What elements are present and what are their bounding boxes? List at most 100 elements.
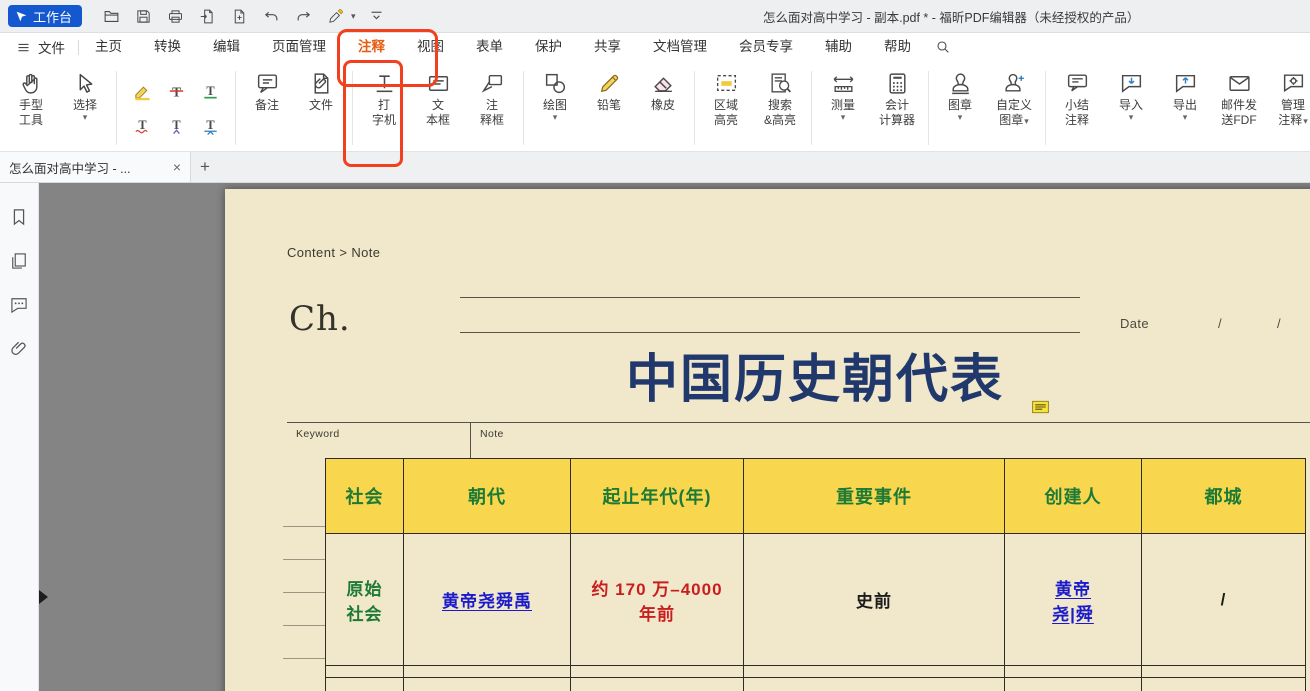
ribbon-separator <box>928 71 929 145</box>
menu-tab-form[interactable]: 表单 <box>460 33 519 61</box>
menu-tab-comment[interactable]: 注释 <box>342 33 401 61</box>
summarize-comments-tool[interactable]: 小结注释 <box>1050 63 1104 152</box>
email-fdf-tool[interactable]: 邮件发送FDF <box>1212 63 1266 152</box>
insert-text-tool[interactable]: T <box>161 110 191 141</box>
menu-tab-organize[interactable]: 页面管理 <box>256 33 342 61</box>
table-link[interactable]: 尧|舜 <box>1052 600 1094 625</box>
table-text: 社会 <box>347 600 383 625</box>
export-comments-tool[interactable]: 导出 <box>1158 63 1212 152</box>
tool-label: 导入 <box>1119 98 1143 113</box>
ribbon-separator <box>116 71 117 145</box>
keyword-label: Keyword <box>296 428 340 440</box>
menu-tab-home[interactable]: 主页 <box>79 33 138 61</box>
mail-icon <box>1227 68 1252 98</box>
menu-tab-member[interactable]: 会员专享 <box>723 33 809 61</box>
pen-dropdown-icon[interactable] <box>351 11 356 22</box>
manage-comments-tool[interactable]: 管理注释 <box>1266 63 1310 152</box>
accounting-calculator-tool[interactable]: 会计计算器 <box>870 63 924 152</box>
table-link[interactable]: 黄帝尧舜禹 <box>442 587 532 612</box>
callout-icon <box>480 68 505 98</box>
tool-label: 管理 <box>1281 98 1305 113</box>
pencil-tool[interactable]: 铅笔 <box>582 63 636 152</box>
manage-icon <box>1281 68 1306 98</box>
page-breadcrumb-text: Content > Note <box>287 245 380 260</box>
ribbon-tools: 手型工具选择TTTTT备注文件打字机文本框注释框绘图铅笔橡皮区域高亮搜索&高亮测… <box>0 61 1310 152</box>
drawing-tool[interactable]: 绘图 <box>528 63 582 152</box>
file-attachment-tool[interactable]: 文件 <box>294 63 348 152</box>
stamp-tool[interactable]: 图章 <box>933 63 987 152</box>
table-text: 原始 <box>347 575 383 600</box>
area-highlight-tool[interactable]: 区域高亮 <box>699 63 753 152</box>
menu-tab-view[interactable]: 视图 <box>401 33 460 61</box>
workspace-button[interactable]: 工作台 <box>8 5 82 27</box>
menu-tab-doc-management[interactable]: 文档管理 <box>637 33 723 61</box>
toolbar-collapse-icon[interactable] <box>363 4 390 28</box>
note-annotation-icon[interactable] <box>1031 400 1050 414</box>
strikeout-text-tool[interactable]: T <box>161 76 191 107</box>
callout-tool[interactable]: 注释框 <box>465 63 519 152</box>
undo-icon[interactable] <box>258 4 285 28</box>
new-tab-button[interactable]: + <box>191 152 219 182</box>
bookmarks-panel-icon[interactable] <box>9 207 29 227</box>
textbox-tool[interactable]: 文本框 <box>411 63 465 152</box>
date-separator: / <box>1277 316 1281 331</box>
tool-label: 送FDF <box>1221 113 1256 128</box>
print-icon[interactable] <box>162 4 189 28</box>
search-icon[interactable] <box>935 39 951 55</box>
menu-tab-convert[interactable]: 转换 <box>138 33 197 61</box>
pages-panel-icon[interactable] <box>9 251 29 271</box>
fileattach-icon <box>309 68 334 98</box>
table-header-row: 社会朝代起止年代(年)重要事件创建人都城 <box>326 459 1306 534</box>
menu-tab-assist[interactable]: 辅助 <box>809 33 868 61</box>
custom-stamp-tool[interactable]: 自定义图章 <box>987 63 1041 152</box>
menu-tab-help[interactable]: 帮助 <box>868 33 927 61</box>
document-tab[interactable]: 怎么面对高中学习 - ... × <box>0 152 191 182</box>
comments-panel-icon[interactable] <box>9 295 29 315</box>
import-comments-tool[interactable]: 导入 <box>1104 63 1158 152</box>
typewriter-tool[interactable]: 打字机 <box>357 63 411 152</box>
tool-label: 自定义 <box>996 98 1032 113</box>
dropdown-arrow-icon <box>958 113 963 123</box>
note-tool[interactable]: 备注 <box>240 63 294 152</box>
table-text: 年前 <box>639 600 675 625</box>
select-tool[interactable]: 选择 <box>58 63 112 152</box>
menu-file[interactable]: 文件 <box>0 33 78 61</box>
tool-label: 打 <box>378 98 390 113</box>
create-document-icon[interactable] <box>226 4 253 28</box>
eraser-tool[interactable]: 橡皮 <box>636 63 690 152</box>
customstamp-icon <box>1002 68 1027 98</box>
workspace-icon <box>15 10 28 23</box>
pencil-icon <box>597 68 622 98</box>
table-cell <box>404 678 571 691</box>
searchhl-icon <box>768 68 793 98</box>
table-link[interactable]: 黄帝 <box>1055 575 1091 600</box>
hand-tool[interactable]: 手型工具 <box>4 63 58 152</box>
highlight-text-tool[interactable] <box>127 76 157 107</box>
tool-label: 文 <box>432 98 444 113</box>
margin-rule <box>283 658 325 659</box>
menu-tab-edit[interactable]: 编辑 <box>197 33 256 61</box>
underline-text-tool[interactable]: T <box>195 76 225 107</box>
replace-text-tool[interactable]: T <box>195 110 225 141</box>
export-document-icon[interactable] <box>194 4 221 28</box>
attachments-panel-icon[interactable] <box>9 339 29 359</box>
tool-label: 铅笔 <box>597 98 621 113</box>
ribbon-separator <box>352 71 353 145</box>
dropdown-arrow-icon <box>1183 113 1188 123</box>
redo-icon[interactable] <box>290 4 317 28</box>
pen-tool-icon[interactable] <box>322 4 349 28</box>
panel-expand-handle[interactable] <box>39 590 48 604</box>
menu-tab-protect[interactable]: 保护 <box>519 33 578 61</box>
squiggly-text-tool[interactable]: T <box>127 110 157 141</box>
search-highlight-tool[interactable]: 搜索&高亮 <box>753 63 807 152</box>
measure-tool[interactable]: 测量 <box>816 63 870 152</box>
open-file-icon[interactable] <box>98 4 125 28</box>
import-icon <box>1119 68 1144 98</box>
tool-label: 本框 <box>426 113 450 128</box>
ribbon-separator <box>523 71 524 145</box>
save-icon[interactable] <box>130 4 157 28</box>
tool-label: 测量 <box>831 98 855 113</box>
tab-close-icon[interactable]: × <box>173 159 181 175</box>
menu-tab-share[interactable]: 共享 <box>578 33 637 61</box>
table-cell <box>1142 666 1306 678</box>
